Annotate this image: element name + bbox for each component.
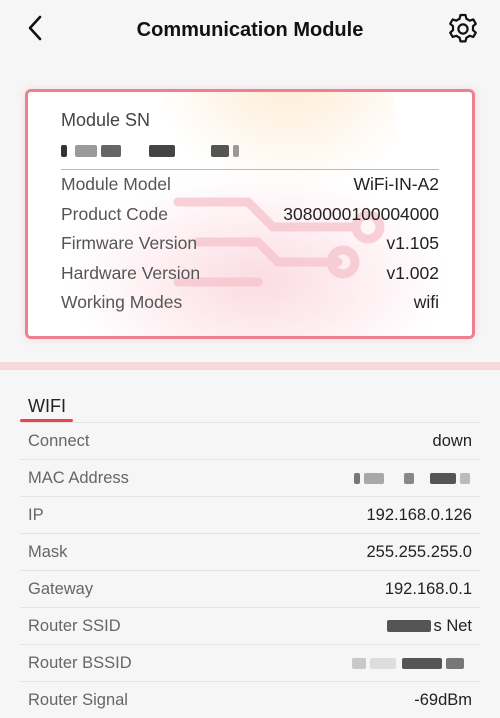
info-value: v1.002 (386, 262, 439, 283)
wifi-row-router-signal: Router Signal -69dBm (20, 681, 480, 718)
module-sn-label: Module SN (61, 110, 151, 130)
info-value: v1.105 (386, 233, 439, 254)
wifi-row-connect: Connect down (20, 422, 480, 459)
back-button[interactable] (20, 12, 52, 44)
wifi-label: Router Signal (28, 690, 128, 709)
module-info-card: Module SN Module Model WiFi-IN-A2 Produc… (25, 89, 475, 339)
info-label: Firmware Version (61, 233, 198, 254)
info-row-working-modes: Working Modes wifi (61, 288, 439, 318)
wifi-label: MAC Address (28, 468, 129, 487)
wifi-value: 192.168.0.126 (366, 505, 472, 524)
info-row-product-code: Product Code 3080000100004000 (61, 200, 439, 230)
wifi-value: s Net (433, 616, 472, 635)
wifi-label: Router SSID (28, 616, 121, 635)
info-label: Working Modes (61, 292, 183, 313)
wifi-row-gateway: Gateway 192.168.0.1 (20, 570, 480, 607)
wifi-row-mac-address: MAC Address (20, 459, 480, 496)
page-title: Communication Module (136, 18, 364, 41)
wifi-section: WIFI Connect down MAC Address IP 192.168… (0, 370, 500, 715)
wifi-label: Connect (28, 431, 90, 450)
wifi-value: 255.255.255.0 (366, 542, 472, 561)
mac-address-value-redacted (352, 471, 472, 485)
info-value: WiFi-IN-A2 (353, 174, 439, 195)
back-arrow-icon (28, 15, 42, 41)
wifi-label: Router BSSID (28, 653, 132, 672)
section-separator (0, 362, 500, 370)
settings-button[interactable] (444, 10, 482, 48)
info-value: wifi (413, 292, 439, 313)
wifi-value: -69dBm (414, 690, 472, 709)
wifi-label: Gateway (28, 579, 94, 598)
info-row-module-model: Module Model WiFi-IN-A2 (61, 170, 439, 200)
info-label: Module Model (61, 174, 171, 195)
app-header: Communication Module (0, 0, 500, 60)
wifi-row-mask: Mask 255.255.255.0 (20, 533, 480, 570)
wifi-row-router-ssid: Router SSID s Net (20, 607, 480, 644)
router-ssid-value-partially-redacted: s Net (387, 617, 472, 636)
router-bssid-value-redacted (352, 656, 472, 670)
gear-icon (449, 13, 477, 43)
info-row-firmware-version: Firmware Version v1.105 (61, 229, 439, 259)
wifi-row-ip: IP 192.168.0.126 (20, 496, 480, 533)
module-sn-value-redacted (61, 143, 439, 159)
wifi-label: IP (28, 505, 44, 524)
wifi-value: down (432, 431, 472, 450)
wifi-row-router-bssid: Router BSSID (20, 644, 480, 681)
wifi-label: Mask (28, 542, 68, 561)
redaction-block (387, 620, 432, 632)
info-value: 3080000100004000 (283, 203, 439, 224)
info-label: Product Code (61, 203, 169, 224)
wifi-section-title: WIFI (28, 396, 66, 416)
info-row-hardware-version: Hardware Version v1.002 (61, 259, 439, 289)
wifi-value: 192.168.0.1 (384, 579, 472, 598)
info-label: Hardware Version (61, 262, 201, 283)
